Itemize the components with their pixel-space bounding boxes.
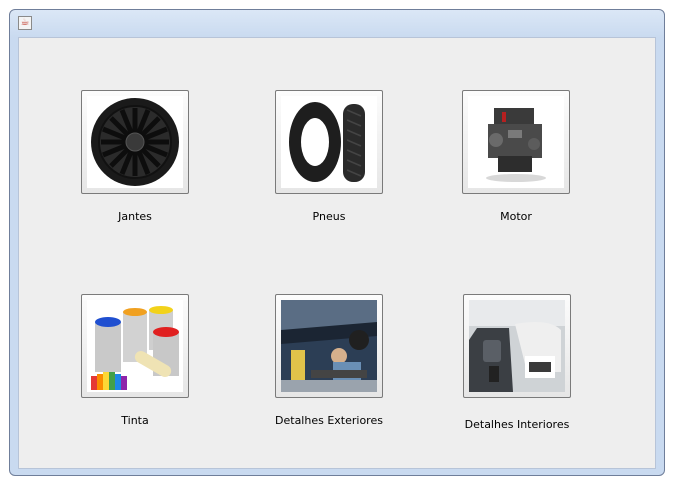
mechanic-under-car-image [281,300,377,392]
pneus-label: Pneus [312,210,346,223]
detalhes-interiores-label: Detalhes Interiores [464,418,570,431]
wheel-rim-image [87,96,183,188]
app-window: ☕ Jantes Pneus Motor Tinta Detalhes Exte… [9,9,665,476]
car-interior-image [469,300,565,392]
tinta-label: Tinta [121,414,149,427]
java-coffee-icon[interactable]: ☕ [18,16,32,30]
title-bar[interactable]: ☕ [10,10,664,38]
pneus-button[interactable] [275,90,383,194]
detalhes-exteriores-label: Detalhes Exteriores [275,414,383,427]
main-panel: Jantes Pneus Motor Tinta Detalhes Exteri… [18,37,656,469]
tinta-button[interactable] [81,294,189,398]
detalhes-interiores-button[interactable] [463,294,571,398]
motor-label: Motor [500,210,532,223]
jantes-button[interactable] [81,90,189,194]
motor-button[interactable] [462,90,570,194]
paint-cans-image [87,300,183,392]
engine-image [468,96,564,188]
detalhes-exteriores-button[interactable] [275,294,383,398]
jantes-label: Jantes [118,210,152,223]
tire-image [281,96,377,188]
